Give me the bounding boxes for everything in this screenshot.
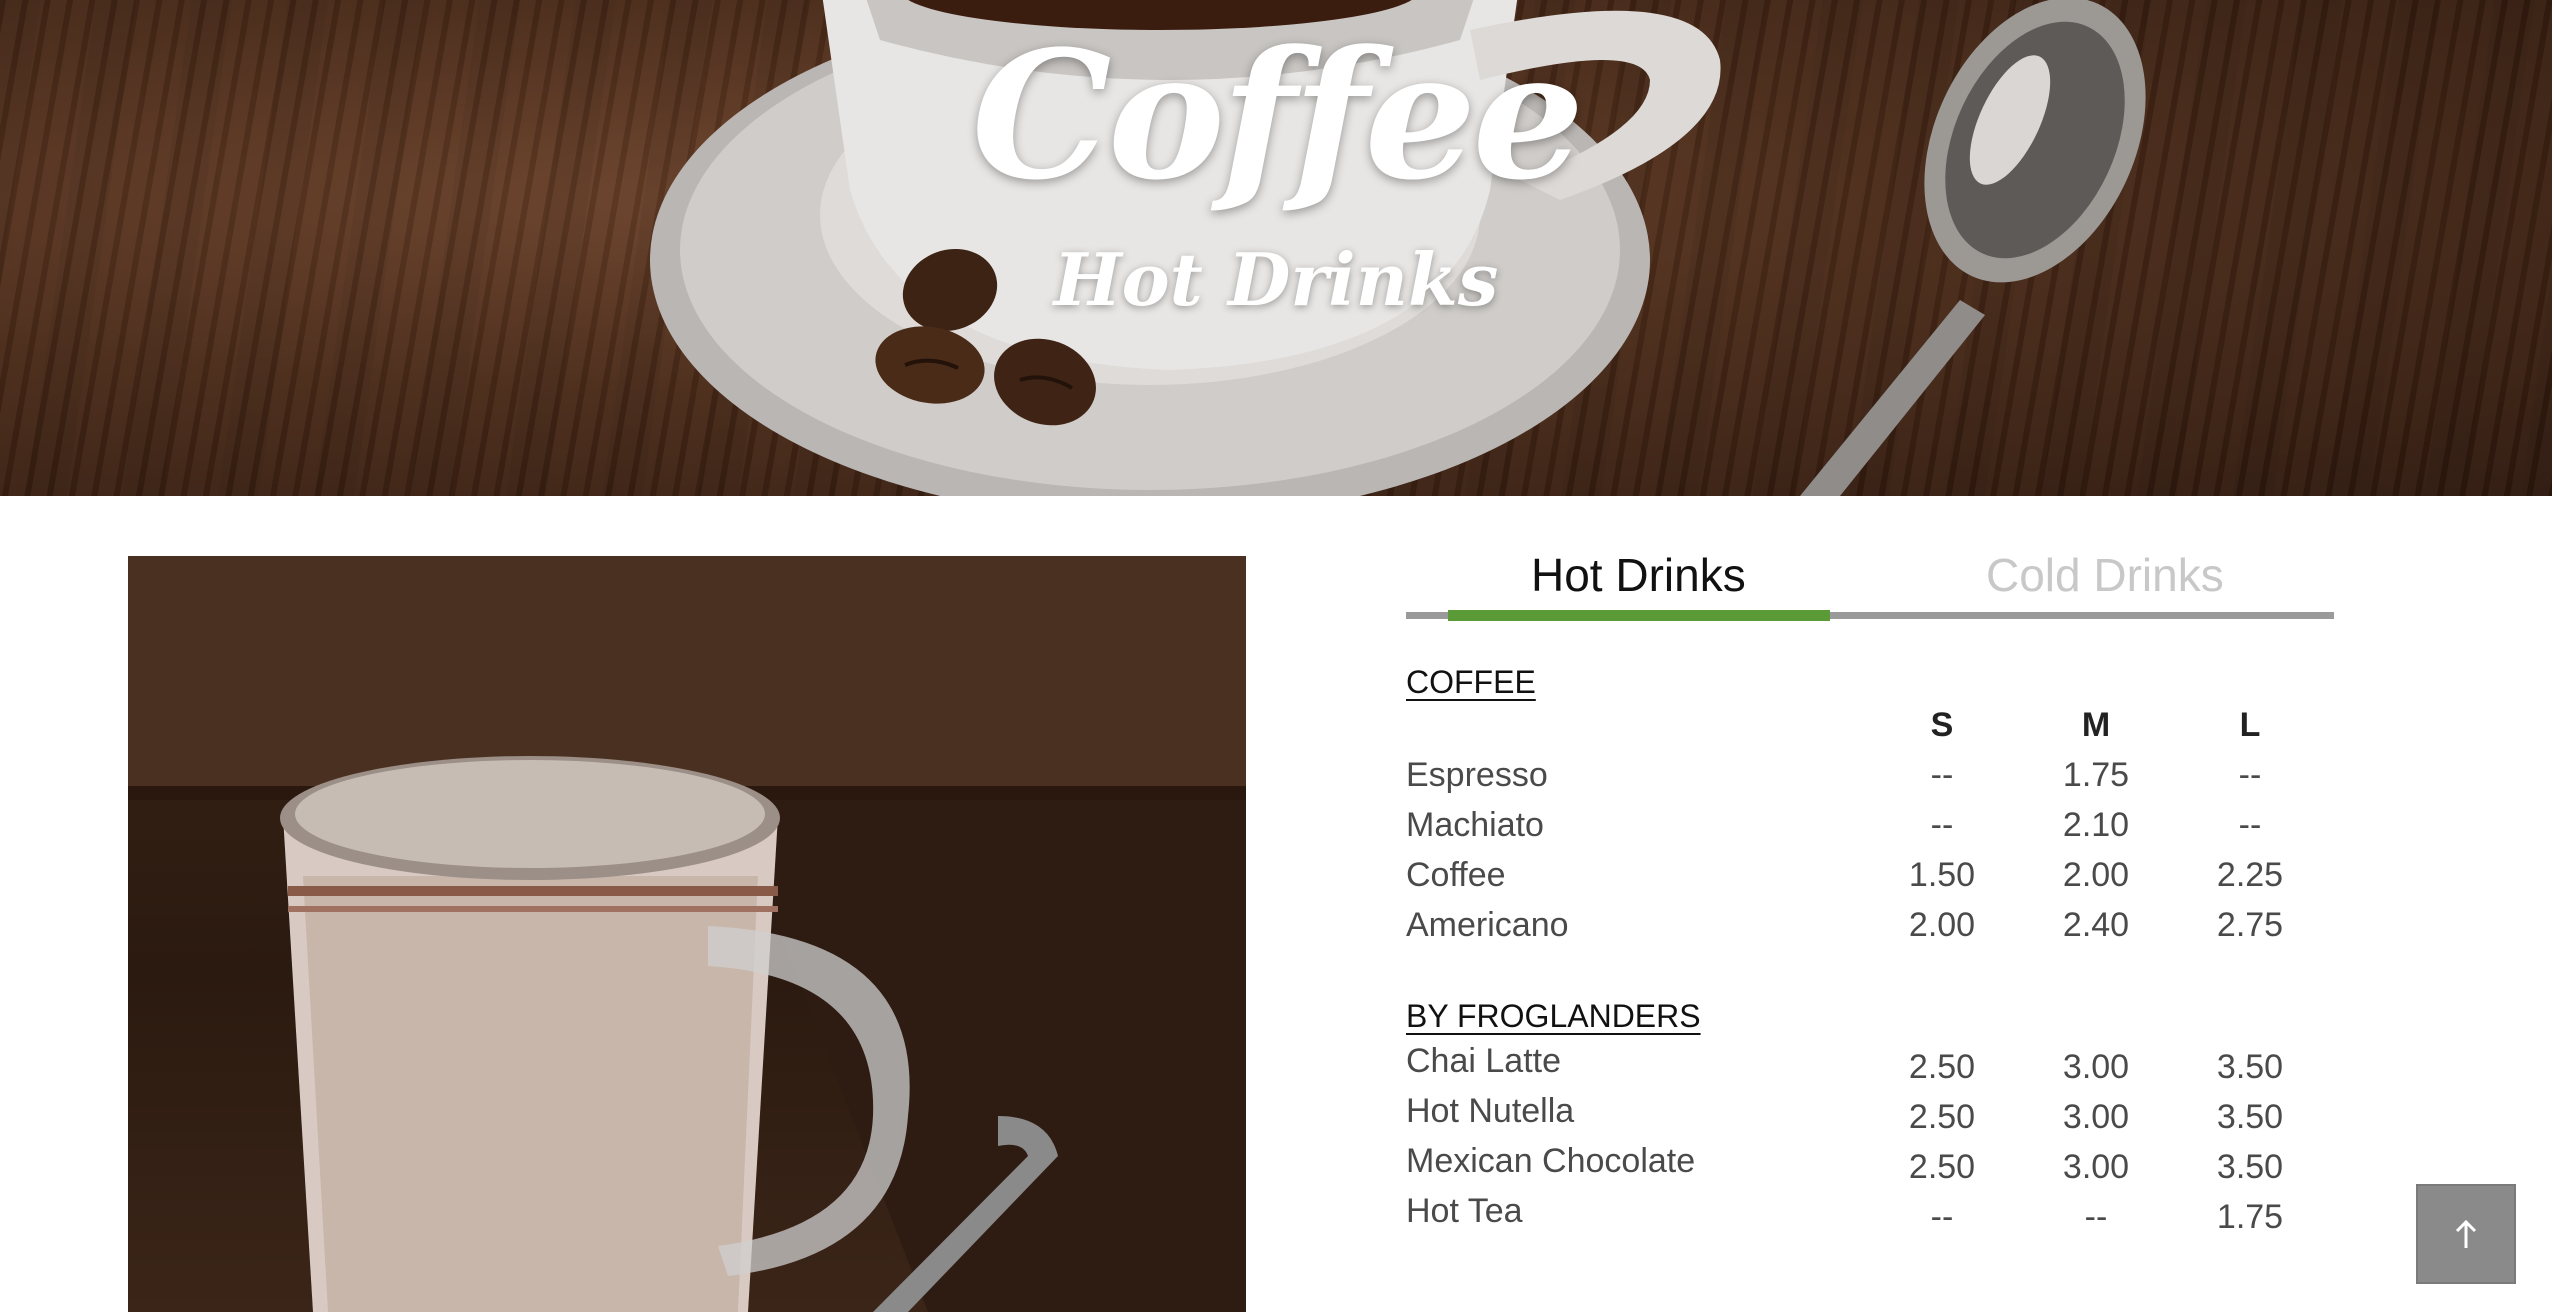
- price-chai-latte-m: 3.00: [2062, 1048, 2130, 1086]
- price-americano-s: 2.00: [1908, 906, 1976, 944]
- hero-title: Coffee: [971, 12, 1585, 219]
- price-espresso-l: --: [2238, 756, 2262, 794]
- price-espresso-m: 1.75: [2062, 756, 2130, 794]
- price-mexican-chocolate-s: 2.50: [1908, 1148, 1976, 1186]
- price-chai-latte-l: 3.50: [2216, 1048, 2284, 1086]
- price-coffee-s: 1.50: [1908, 856, 1976, 894]
- hot-chocolate-photo: [128, 556, 1246, 1312]
- size-header-m: M: [2081, 706, 2111, 744]
- item-name-machiato: Machiato: [1406, 806, 1544, 844]
- price-hot-tea-s: --: [1930, 1198, 1954, 1236]
- price-mexican-chocolate-l: 3.50: [2216, 1148, 2284, 1186]
- price-hot-nutella-m: 3.00: [2062, 1098, 2130, 1136]
- hero-subtitle: Hot Drinks: [1053, 237, 1499, 322]
- price-coffee-m: 2.00: [2062, 856, 2130, 894]
- size-header-l: L: [2239, 706, 2261, 744]
- item-name-coffee: Coffee: [1406, 856, 1506, 894]
- price-hot-nutella-l: 3.50: [2216, 1098, 2284, 1136]
- item-name-hot-nutella: Hot Nutella: [1406, 1092, 1575, 1130]
- price-americano-m: 2.40: [2062, 906, 2130, 944]
- price-machiato-m: 2.10: [2062, 806, 2130, 844]
- price-coffee-l: 2.25: [2216, 856, 2284, 894]
- arrow-up-icon: [2455, 1219, 2477, 1248]
- tab-hot-drinks[interactable]: Hot Drinks: [1531, 552, 1746, 598]
- item-name-hot-tea: Hot Tea: [1406, 1192, 1523, 1230]
- price-machiato-l: --: [2238, 806, 2262, 844]
- hero-banner: Coffee Hot Drinks: [0, 0, 2552, 496]
- active-tab-indicator: [1448, 610, 1830, 621]
- drinks-menu: Hot Drinks Cold Drinks COFFEE S M L Espr…: [1406, 540, 2334, 1236]
- size-header-s: S: [1930, 706, 1954, 744]
- back-to-top-button[interactable]: [2416, 1184, 2516, 1284]
- tab-cold-drinks[interactable]: Cold Drinks: [1986, 552, 2224, 598]
- item-name-espresso: Espresso: [1406, 756, 1548, 794]
- price-mexican-chocolate-m: 3.00: [2062, 1148, 2130, 1186]
- item-name-chai-latte: Chai Latte: [1406, 1042, 1561, 1080]
- section-title-by-froglanders: BY FROGLANDERS: [1406, 998, 1701, 1034]
- price-chai-latte-s: 2.50: [1908, 1048, 1976, 1086]
- item-name-americano: Americano: [1406, 906, 1569, 944]
- price-machiato-s: --: [1930, 806, 1954, 844]
- price-espresso-s: --: [1930, 756, 1954, 794]
- item-name-mexican-chocolate: Mexican Chocolate: [1406, 1142, 1696, 1180]
- price-hot-tea-l: 1.75: [2216, 1198, 2284, 1236]
- price-hot-tea-m: --: [2084, 1198, 2108, 1236]
- menu-tabs: Hot Drinks Cold Drinks: [1406, 540, 2334, 621]
- section-title-coffee: COFFEE: [1406, 664, 1536, 700]
- price-americano-l: 2.75: [2216, 906, 2284, 944]
- price-hot-nutella-s: 2.50: [1908, 1098, 1976, 1136]
